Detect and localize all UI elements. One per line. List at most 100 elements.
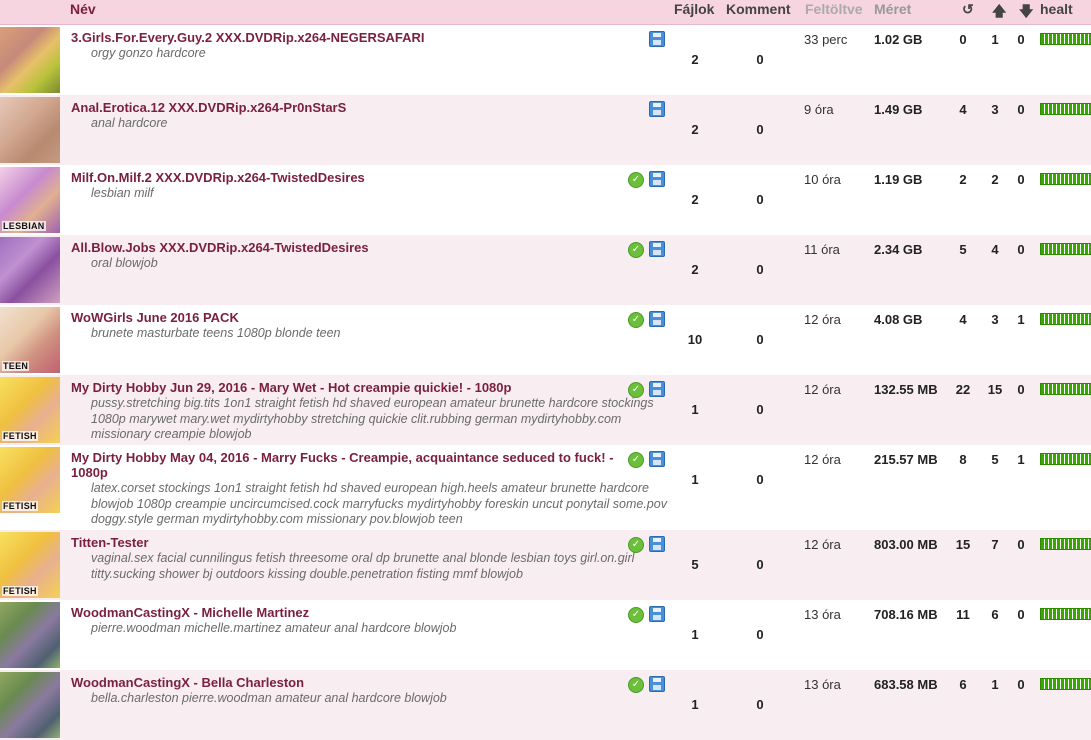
file-count: 2: [691, 52, 699, 67]
comment-count: 0: [756, 402, 764, 417]
verified-check-icon: ✓: [628, 607, 644, 623]
torrent-title[interactable]: All.Blow.Jobs XXX.DVDRip.x264-TwistedDes…: [71, 240, 621, 255]
torrent-title[interactable]: My Dirty Hobby Jun 29, 2016 - Mary Wet -…: [71, 380, 621, 395]
file-count: 1: [691, 472, 699, 487]
download-icon[interactable]: [649, 381, 665, 397]
health-bar: [1040, 313, 1091, 325]
column-header-name[interactable]: Név: [70, 1, 96, 17]
comment-count: 0: [756, 192, 764, 207]
seeder-count: 22: [955, 382, 971, 397]
torrent-title[interactable]: My Dirty Hobby May 04, 2016 - Marry Fuck…: [71, 450, 621, 480]
completed-count: 0: [1017, 32, 1025, 47]
thumbnail[interactable]: FETISH: [0, 377, 60, 443]
torrent-title[interactable]: WoodmanCastingX - Michelle Martinez: [71, 605, 621, 620]
health-bar: [1040, 383, 1091, 395]
leecher-count: 4: [991, 242, 999, 257]
thumbnail[interactable]: FETISH: [0, 447, 60, 513]
thumbnail[interactable]: [0, 97, 60, 163]
download-icon[interactable]: [649, 101, 665, 117]
download-icon[interactable]: [649, 451, 665, 467]
torrent-size: 683.58 MB: [874, 677, 938, 692]
seeder-count: 0: [959, 32, 967, 47]
download-icon[interactable]: [649, 311, 665, 327]
torrent-title[interactable]: WoodmanCastingX - Bella Charleston: [71, 675, 621, 690]
torrent-title[interactable]: Titten-Tester: [71, 535, 621, 550]
torrent-tags: vaginal.sex facial cunnilingus fetish th…: [91, 551, 635, 581]
thumbnail[interactable]: [0, 27, 60, 93]
health-bar: [1040, 243, 1091, 255]
torrent-size: 1.02 GB: [874, 32, 923, 47]
column-header-files[interactable]: Fájlok: [674, 1, 714, 17]
leecher-count: 1: [991, 32, 999, 47]
download-icon[interactable]: [649, 241, 665, 257]
comment-count: 0: [756, 122, 764, 137]
comment-count: 0: [756, 627, 764, 642]
torrent-tags: pierre.woodman michelle.martinez amateur…: [91, 621, 457, 635]
completed-count: 0: [1017, 607, 1025, 622]
uploaded-time: 9 óra: [804, 102, 834, 117]
download-icon[interactable]: [649, 536, 665, 552]
table-row: FETISH My Dirty Hobby May 04, 2016 - Mar…: [0, 445, 1091, 526]
seeder-count: 11: [956, 607, 970, 622]
download-icon[interactable]: [649, 606, 665, 622]
file-count: 5: [691, 557, 699, 572]
uploaded-time: 10 óra: [804, 172, 841, 187]
thumbnail[interactable]: FETISH: [0, 532, 60, 598]
table-header: Név Fájlok Komment Feltöltve Méret ↺ 🡅 🡇…: [0, 0, 1091, 25]
table-row: TEEN WoWGirls June 2016 PACK brunete mas…: [0, 305, 1091, 375]
arrow-down-icon[interactable]: 🡇: [1019, 1, 1033, 25]
torrent-tags: brunete masturbate teens 1080p blonde te…: [91, 326, 341, 340]
leecher-count: 2: [991, 172, 999, 187]
torrent-tags: bella.charleston pierre.woodman amateur …: [91, 691, 447, 705]
column-header-comments[interactable]: Komment: [726, 1, 791, 17]
leecher-count: 1: [991, 677, 999, 692]
thumbnail[interactable]: [0, 672, 60, 738]
completed-count: 0: [1017, 677, 1025, 692]
column-header-size[interactable]: Méret: [874, 1, 911, 17]
arrow-up-icon[interactable]: 🡅: [992, 1, 1006, 25]
torrent-title[interactable]: Milf.On.Milf.2 XXX.DVDRip.x264-TwistedDe…: [71, 170, 621, 185]
leecher-count: 5: [991, 452, 999, 467]
verified-check-icon: ✓: [628, 677, 644, 693]
seeder-count: 5: [959, 242, 967, 257]
thumbnail[interactable]: TEEN: [0, 307, 60, 373]
completed-count: 0: [1017, 382, 1025, 397]
thumbnail[interactable]: LESBIAN: [0, 167, 60, 233]
table-row: Anal.Erotica.12 XXX.DVDRip.x264-Pr0nStar…: [0, 95, 1091, 165]
uploaded-time: 13 óra: [804, 677, 841, 692]
leecher-count: 15: [987, 382, 1003, 397]
table-row: LESBIAN Milf.On.Milf.2 XXX.DVDRip.x264-T…: [0, 165, 1091, 235]
completed-count: 0: [1017, 172, 1025, 187]
torrent-size: 803.00 MB: [874, 537, 938, 552]
leecher-count: 3: [991, 312, 999, 327]
download-icon[interactable]: [649, 31, 665, 47]
completed-count: 1: [1017, 452, 1025, 467]
completed-count: 1: [1017, 312, 1025, 327]
torrent-tags: oral blowjob: [91, 256, 158, 270]
uploaded-time: 13 óra: [804, 607, 841, 622]
health-bar: [1040, 538, 1091, 550]
leecher-count: 6: [991, 607, 999, 622]
column-header-uploaded[interactable]: Feltöltve: [805, 1, 863, 17]
torrent-size: 1.19 GB: [874, 172, 923, 187]
thumbnail[interactable]: [0, 237, 60, 303]
torrent-title[interactable]: 3.Girls.For.Every.Guy.2 XXX.DVDRip.x264-…: [71, 30, 621, 45]
refresh-icon[interactable]: ↺: [962, 1, 974, 18]
seeder-count: 4: [959, 102, 967, 117]
torrent-size: 708.16 MB: [874, 607, 938, 622]
torrent-size: 215.57 MB: [874, 452, 938, 467]
seeder-count: 2: [959, 172, 967, 187]
thumbnail[interactable]: [0, 602, 60, 668]
column-header-health[interactable]: healt: [1040, 1, 1073, 17]
torrent-title[interactable]: Anal.Erotica.12 XXX.DVDRip.x264-Pr0nStar…: [71, 100, 621, 115]
download-icon[interactable]: [649, 171, 665, 187]
table-row: FETISH Titten-Tester vaginal.sex facial …: [0, 530, 1091, 600]
table-row: WoodmanCastingX - Michelle Martinez pier…: [0, 600, 1091, 670]
file-count: 2: [691, 122, 699, 137]
download-icon[interactable]: [649, 676, 665, 692]
file-count: 10: [687, 332, 703, 347]
health-bar: [1040, 608, 1091, 620]
category-badge: LESBIAN: [2, 221, 46, 231]
torrent-tags: latex.corset stockings 1on1 straight fet…: [91, 481, 667, 526]
torrent-title[interactable]: WoWGirls June 2016 PACK: [71, 310, 621, 325]
